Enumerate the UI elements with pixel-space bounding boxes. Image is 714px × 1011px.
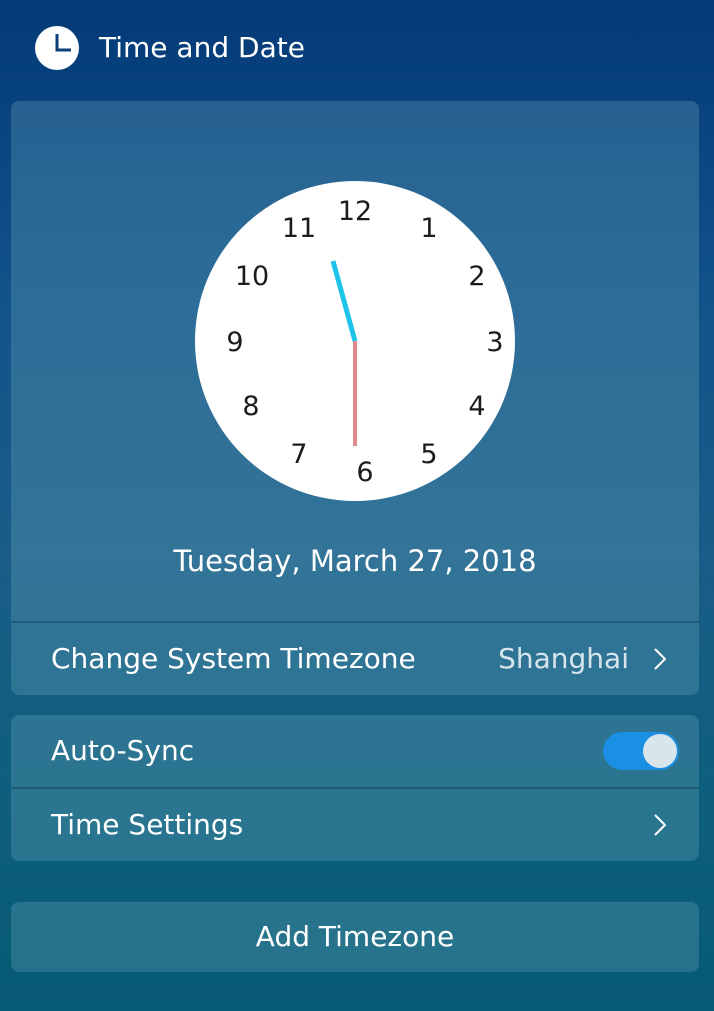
change-timezone-row[interactable]: Change System Timezone Shanghai [11,623,699,695]
auto-sync-row: Auto-Sync [11,715,699,787]
time-settings-row[interactable]: Time Settings [11,789,699,861]
chevron-right-icon [654,814,667,836]
clock-hands [330,260,358,446]
time-settings-label: Time Settings [51,808,244,841]
change-timezone-label: Change System Timezone [51,642,416,675]
header-bar: Time and Date [0,0,714,100]
clock-panel: 12 1 2 3 4 5 6 7 8 9 10 11 Tuesday, Marc… [11,101,699,695]
page-title: Time and Date [99,31,305,64]
chevron-right-icon [654,648,667,670]
add-timezone-button[interactable]: Add Timezone [11,902,699,972]
hour-hand [330,260,358,342]
sync-panel: Auto-Sync Time Settings [11,715,699,861]
add-timezone-label: Add Timezone [255,920,455,953]
analog-clock: 12 1 2 3 4 5 6 7 8 9 10 11 [195,181,515,501]
current-date: Tuesday, March 27, 2018 [173,544,537,578]
clock-icon [35,26,79,70]
auto-sync-label: Auto-Sync [51,734,195,767]
auto-sync-toggle[interactable] [603,732,679,770]
toggle-knob [643,734,677,768]
current-timezone-value: Shanghai [498,642,629,675]
